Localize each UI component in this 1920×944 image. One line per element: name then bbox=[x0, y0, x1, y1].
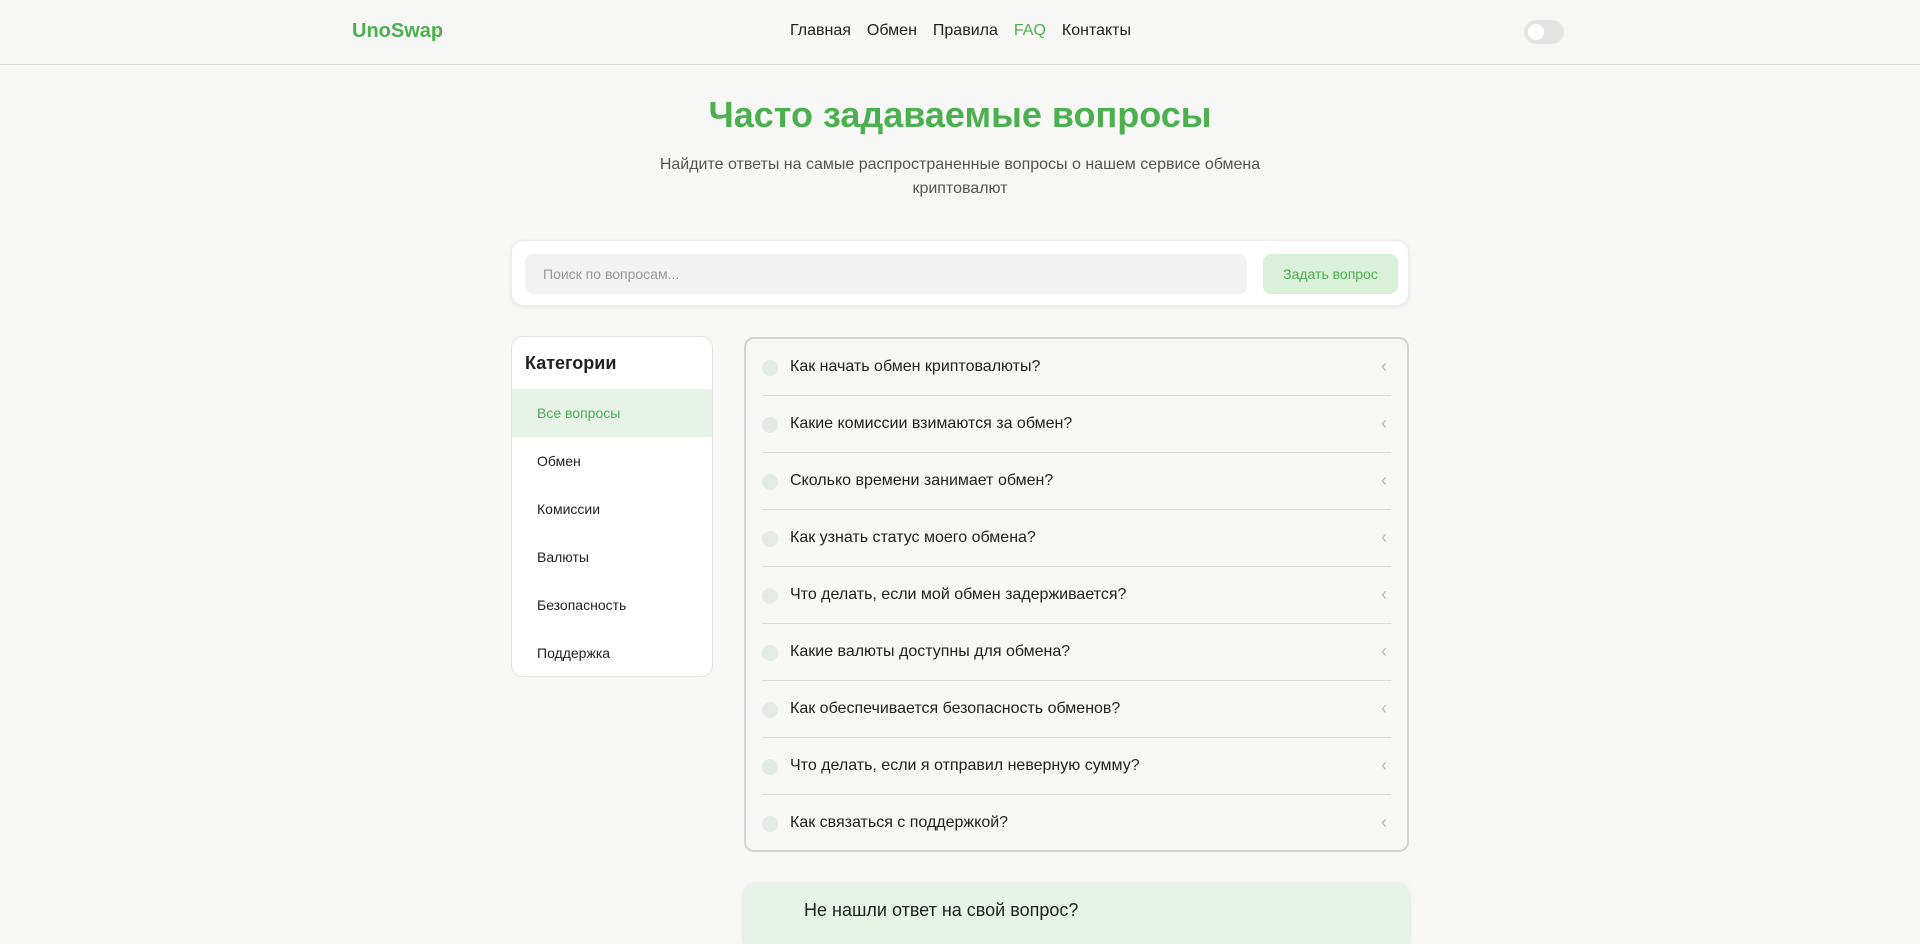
faq-question: Как узнать статус моего обмена? bbox=[790, 529, 1036, 546]
faq-item[interactable]: Как узнать статус моего обмена? ‹ bbox=[762, 510, 1391, 567]
search-input[interactable] bbox=[525, 254, 1247, 294]
faq-item[interactable]: Сколько времени занимает обмен? ‹ bbox=[762, 453, 1391, 510]
faq-question: Что делать, если мой обмен задерживается… bbox=[790, 586, 1127, 603]
faq-question: Что делать, если я отправил неверную сум… bbox=[790, 757, 1140, 774]
nav-link-contacts[interactable]: Контакты bbox=[1062, 22, 1131, 40]
chevron-left-icon: ‹ bbox=[1381, 413, 1387, 433]
faq-list: Как начать обмен криптовалюты? ‹ Какие к… bbox=[744, 337, 1409, 852]
faq-item[interactable]: Как обеспечивается безопасность обменов?… bbox=[762, 681, 1391, 738]
circle-icon bbox=[762, 645, 778, 661]
toggle-knob bbox=[1528, 24, 1544, 40]
faq-question: Сколько времени занимает обмен? bbox=[790, 472, 1054, 489]
nav-link-faq[interactable]: FAQ bbox=[1014, 22, 1046, 40]
chevron-left-icon: ‹ bbox=[1381, 470, 1387, 490]
faq-question: Как обеспечивается безопасность обменов? bbox=[790, 700, 1121, 717]
theme-toggle[interactable] bbox=[1524, 20, 1564, 44]
faq-item[interactable]: Какие валюты доступны для обмена? ‹ bbox=[762, 624, 1391, 681]
category-fees[interactable]: Комиссии bbox=[512, 485, 712, 533]
category-security[interactable]: Безопасность bbox=[512, 581, 712, 629]
circle-icon bbox=[762, 588, 778, 604]
circle-icon bbox=[762, 759, 778, 775]
circle-icon bbox=[762, 474, 778, 490]
faq-item[interactable]: Как начать обмен криптовалюты? ‹ bbox=[762, 339, 1391, 396]
top-navbar: UnoSwap Главная Обмен Правила FAQ Контак… bbox=[0, 0, 1920, 65]
page-subtitle: Найдите ответы на самые распространенные… bbox=[659, 156, 1261, 197]
chevron-left-icon: ‹ bbox=[1381, 527, 1387, 547]
chevron-left-icon: ‹ bbox=[1381, 698, 1387, 718]
chevron-left-icon: ‹ bbox=[1381, 356, 1387, 376]
nav-link-exchange[interactable]: Обмен bbox=[867, 22, 917, 40]
faq-item[interactable]: Что делать, если мой обмен задерживается… bbox=[762, 567, 1391, 624]
ask-question-button[interactable]: Задать вопрос bbox=[1263, 254, 1398, 294]
category-exchange[interactable]: Обмен bbox=[512, 437, 712, 485]
chevron-left-icon: ‹ bbox=[1381, 812, 1387, 832]
main-nav: Главная Обмен Правила FAQ Контакты bbox=[790, 22, 1131, 40]
faq-item[interactable]: Что делать, если я отправил неверную сум… bbox=[762, 738, 1391, 795]
circle-icon bbox=[762, 816, 778, 832]
nav-link-home[interactable]: Главная bbox=[790, 22, 851, 40]
faq-question: Как начать обмен криптовалюты? bbox=[790, 358, 1041, 375]
category-all[interactable]: Все вопросы bbox=[512, 389, 712, 437]
nav-link-rules[interactable]: Правила bbox=[933, 22, 998, 40]
categories-list: Все вопросы Обмен Комиссии Валюты Безопа… bbox=[512, 389, 712, 676]
faq-question: Какие комиссии взимаются за обмен? bbox=[790, 415, 1073, 432]
faq-item[interactable]: Какие комиссии взимаются за обмен? ‹ bbox=[762, 396, 1391, 453]
search-card: Задать вопрос bbox=[511, 240, 1409, 306]
faq-question: Какие валюты доступны для обмена? bbox=[790, 643, 1071, 660]
category-currencies[interactable]: Валюты bbox=[512, 533, 712, 581]
chevron-left-icon: ‹ bbox=[1381, 641, 1387, 661]
categories-title: Категории bbox=[525, 353, 617, 373]
circle-icon bbox=[762, 531, 778, 547]
chevron-left-icon: ‹ bbox=[1381, 584, 1387, 604]
page-title: Часто задаваемые вопросы bbox=[708, 94, 1212, 135]
faq-question: Как связаться с поддержкой? bbox=[790, 814, 1009, 831]
categories-panel: Категории Все вопросы Обмен Комиссии Вал… bbox=[511, 336, 713, 677]
help-card: Не нашли ответ на свой вопрос? bbox=[744, 884, 1409, 944]
chevron-left-icon: ‹ bbox=[1381, 755, 1387, 775]
logo[interactable]: UnoSwap bbox=[352, 20, 443, 43]
category-support[interactable]: Поддержка bbox=[512, 629, 712, 676]
circle-icon bbox=[762, 360, 778, 376]
help-title: Не нашли ответ на свой вопрос? bbox=[804, 900, 1079, 920]
circle-icon bbox=[762, 702, 778, 718]
faq-item[interactable]: Как связаться с поддержкой? ‹ bbox=[762, 795, 1391, 852]
circle-icon bbox=[762, 417, 778, 433]
